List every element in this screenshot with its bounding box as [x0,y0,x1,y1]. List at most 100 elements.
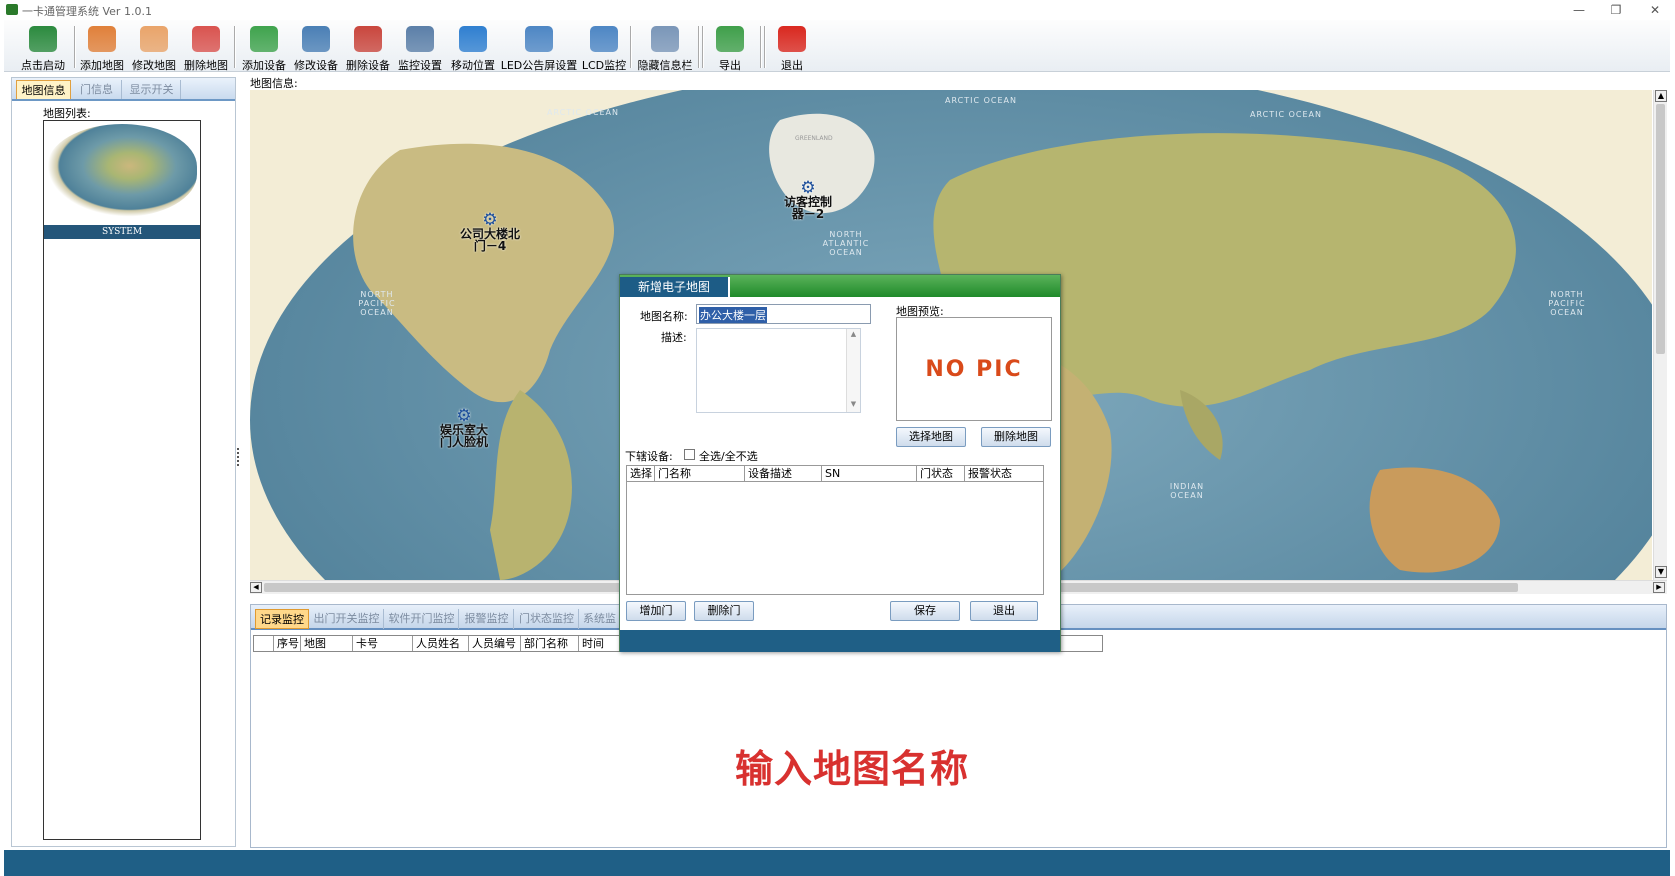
minimize-button[interactable]: — [1564,2,1594,18]
device-list[interactable]: 选择 门名称 设备描述 SN 门状态 报警状态 [626,465,1044,595]
ocean-label: ARCTIC OCEAN [945,96,1017,105]
add-device-icon [250,26,278,52]
device-list-header: 选择 门名称 设备描述 SN 门状态 报警状态 [627,466,1043,482]
map-vertical-scrollbar[interactable]: ▲ ▼ [1653,90,1667,580]
tab-door-info[interactable]: 门信息 [72,80,122,99]
panel-splitter[interactable] [237,448,241,466]
map-name-value: 办公大楼一层 [699,307,767,323]
scroll-down-arrow[interactable]: ▼ [1655,566,1667,578]
new-map-dialog: 新增电子地图 地图名称: 办公大楼一层 描述: ▲ ▼ 地图预览: NO PIC… [619,274,1061,652]
power-icon [778,26,806,52]
description-scrollbar[interactable]: ▲ ▼ [846,329,860,412]
move-icon [459,26,487,52]
save-button[interactable]: 保存 [890,601,960,621]
column-spacer [254,636,274,651]
delete-device-icon [354,26,382,52]
column-door-name[interactable]: 门名称 [655,466,745,481]
description-textarea[interactable]: ▲ ▼ [696,328,861,413]
led-icon [525,26,553,52]
select-map-button[interactable]: 选择地图 [896,427,966,447]
move-position-button[interactable]: 移动位置 [446,22,500,72]
monitor-settings-icon [406,26,434,52]
dialog-header: 新增电子地图 [620,275,1060,297]
dialog-tab-new-map[interactable]: 新增电子地图 [620,277,730,297]
map-list-label: 地图列表: [43,107,91,120]
map-thumbnail-caption[interactable]: SYSTEM [44,225,200,239]
scroll-down-arrow[interactable]: ▼ [848,400,859,410]
tab-door-status-monitor[interactable]: 门状态监控 [515,609,579,629]
column-index[interactable]: 序号 [274,636,301,651]
select-all-checkbox[interactable] [684,449,695,460]
device-icon: ⚙ [456,406,472,426]
column-sn[interactable]: SN [822,466,917,481]
delete-door-button[interactable]: 删除门 [694,601,754,621]
add-map-icon [88,26,116,52]
tab-system-monitor[interactable]: 系统监 [580,609,620,629]
edit-map-button[interactable]: 修改地图 [128,22,180,72]
tab-alarm-monitor[interactable]: 报警监控 [460,609,514,629]
column-person-name[interactable]: 人员姓名 [413,636,469,651]
scroll-up-arrow[interactable]: ▲ [848,330,859,340]
column-person-id[interactable]: 人员编号 [469,636,521,651]
status-bar [4,850,1670,876]
add-map-button[interactable]: 添加地图 [76,22,128,72]
tab-software-open-monitor[interactable]: 软件开门监控 [385,609,459,629]
map-name-input[interactable]: 办公大楼一层 [696,304,871,324]
tab-display-switch[interactable]: 显示开关 [123,80,181,99]
left-panel: 地图信息 门信息 显示开关 地图列表: SYSTEM [11,77,236,847]
device-marker[interactable]: ⚙ 娱乐室大门人脸机 [436,406,492,449]
scroll-thumb[interactable] [1656,104,1665,354]
start-button[interactable]: 点击启动 [14,22,72,72]
tab-map-info[interactable]: 地图信息 [16,80,71,99]
exit-button[interactable]: 退出 [768,22,816,72]
land-label: GREENLAND [795,135,833,142]
column-door-status[interactable]: 门状态 [917,466,965,481]
map-preview-image: NO PIC [896,317,1052,421]
column-select[interactable]: 选择 [627,466,655,481]
add-device-button[interactable]: 添加设备 [238,22,290,72]
edit-device-icon [302,26,330,52]
column-alarm-status[interactable]: 报警状态 [965,466,1043,481]
dialog-footer [620,630,1060,652]
add-door-button[interactable]: 增加门 [626,601,686,621]
toolbar-separator [764,26,766,68]
column-map[interactable]: 地图 [301,636,353,651]
lcd-monitor-button[interactable]: LCD监控 [580,22,628,72]
close-button[interactable]: ✕ [1640,2,1670,18]
scroll-left-arrow[interactable]: ◀ [250,582,262,593]
led-settings-button[interactable]: LED公告屏设置 [500,22,578,72]
device-label: 娱乐室大门人脸机 [439,423,488,449]
column-device-desc[interactable]: 设备描述 [745,466,822,481]
delete-device-button[interactable]: 删除设备 [342,22,394,72]
tab-exit-switch-monitor[interactable]: 出门开关监控 [310,609,384,629]
export-button[interactable]: 导出 [706,22,754,72]
column-card-number[interactable]: 卡号 [353,636,413,651]
tab-record-monitor[interactable]: 记录监控 [255,609,309,629]
map-list[interactable]: SYSTEM [43,120,201,840]
select-all-label[interactable]: 全选/全不选 [699,448,758,464]
exit-dialog-button[interactable]: 退出 [970,601,1038,621]
window-title: 一卡通管理系统 Ver 1.0.1 [22,5,152,18]
column-department[interactable]: 部门名称 [521,636,579,651]
hide-panel-button[interactable]: 隐藏信息栏 [634,22,696,72]
edit-map-icon [140,26,168,52]
device-icon: ⚙ [800,178,816,198]
left-tab-row: 地图信息 门信息 显示开关 [12,78,235,101]
ocean-label: ARCTIC OCEAN [1250,110,1322,119]
edit-device-button[interactable]: 修改设备 [290,22,342,72]
start-icon [29,26,57,52]
ocean-label: NORTH PACIFIC OCEAN [1548,290,1586,317]
monitor-settings-button[interactable]: 监控设置 [394,22,446,72]
scroll-right-arrow[interactable]: ▶ [1653,582,1665,593]
device-marker[interactable]: ⚙ 公司大楼北门－4 [460,212,520,253]
restore-button[interactable]: ❐ [1601,2,1631,18]
device-marker[interactable]: ⚙ 访客控制器－2 [780,178,836,221]
delete-map-button[interactable]: 删除地图 [981,427,1051,447]
delete-map-button[interactable]: 删除地图 [180,22,232,72]
delete-map-icon [192,26,220,52]
toolbar-separator [702,26,704,68]
device-label: 访客控制器－2 [783,195,832,221]
map-name-label: 地图名称: [640,310,688,323]
map-thumbnail[interactable] [47,124,197,217]
scroll-up-arrow[interactable]: ▲ [1655,90,1667,102]
